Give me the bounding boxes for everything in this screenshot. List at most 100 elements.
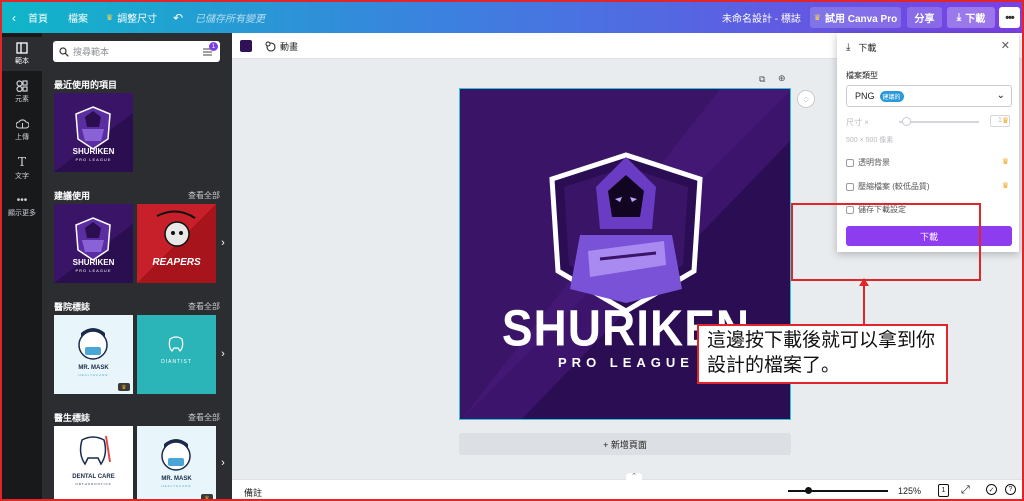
template-thumb-dental-care[interactable]: DENTAL CARE ORTHODONTICS (54, 426, 133, 499)
rail-item-elements[interactable]: 元素 (2, 75, 42, 109)
template-thumb-mr-mask-2[interactable]: MR. MASK HEALTHCARE ♛ (137, 426, 216, 499)
zoom-slider-knob[interactable] (805, 487, 812, 494)
share-button[interactable]: 分享 (907, 7, 942, 28)
chevron-right-icon: › (221, 237, 225, 249)
help-icon[interactable]: ? (1005, 484, 1016, 495)
search-input[interactable] (73, 46, 193, 57)
thumb-subtitle: PRO LEAGUE (75, 157, 112, 162)
undo-button[interactable]: ↶ (173, 2, 183, 33)
size-slider[interactable] (899, 121, 979, 123)
rail-item-templates[interactable]: 範本 (2, 37, 42, 71)
comment-icon[interactable]: ◌ (797, 90, 815, 108)
add-page-button[interactable]: + 新增頁面 (459, 433, 791, 455)
zoom-level[interactable]: 125% (898, 486, 921, 496)
zoom-slider[interactable] (788, 490, 888, 492)
download-label: 下載 (965, 14, 986, 25)
duplicate-page-icon[interactable]: ⧉ (759, 74, 765, 85)
rail-item-text[interactable]: T 文字 (2, 151, 42, 185)
download-icon: ⤓ (846, 42, 851, 53)
rail-label-uploads: 上傳 (15, 134, 29, 141)
page-count-button[interactable]: 1 (938, 484, 949, 497)
filter-button[interactable]: 1 (202, 42, 218, 63)
tooth-thumb-art (168, 336, 184, 352)
notes-button[interactable]: 備註 (244, 486, 262, 499)
more-options-button[interactable]: ••• (999, 7, 1020, 28)
try-pro-button[interactable]: ♛ 試用 Canva Pro (810, 7, 901, 28)
see-all-doctor[interactable]: 查看全部 (188, 412, 220, 423)
transparent-bg-label: 透明背景 (858, 158, 890, 167)
recent-section-title: 最近使用的項目 (54, 80, 118, 90)
download-panel-header: ⤓ 下載 (846, 41, 876, 54)
pro-crown-icon: ♛ (1001, 157, 1009, 166)
elements-icon (16, 80, 28, 92)
rail-item-more[interactable]: ••• 顯示更多 (2, 189, 42, 223)
crown-icon: ♛ (106, 13, 114, 22)
animate-button[interactable]: 動畫 (265, 33, 298, 59)
annotation-arrow-head (859, 278, 869, 286)
design-title[interactable]: 未命名設計 - 標誌 (722, 2, 801, 33)
carousel-next-doctor[interactable]: › (216, 453, 230, 473)
template-thumb-shuriken-recent[interactable]: SHURIKEN PRO LEAGUE (54, 93, 133, 172)
template-thumb-reapers[interactable]: REAPERS (137, 204, 216, 283)
filter-count-badge: 1 (209, 42, 218, 51)
compress-label: 壓縮檔案 (較低品質) (858, 182, 930, 191)
carousel-next-clinic[interactable]: › (216, 344, 230, 364)
screenshot-root: ‹ 首頁 檔案 ♛ 調整尺寸 ↶ 已儲存所有變更 未命名設計 - 標誌 ♛ 試用… (0, 0, 1024, 501)
chevron-right-icon: › (221, 457, 225, 469)
cloud-upload-icon (15, 119, 29, 129)
see-all-suggested[interactable]: 查看全部 (188, 190, 220, 201)
undo-icon: ↶ (173, 10, 184, 25)
add-page-icon[interactable]: ⊕ (778, 73, 786, 84)
chevron-right-icon: › (221, 348, 225, 360)
chevron-left-icon: ‹ (12, 10, 16, 25)
carousel-next-suggested[interactable]: › (216, 233, 230, 253)
transparent-bg-option[interactable]: 透明背景 (846, 157, 890, 168)
compress-checkbox[interactable] (846, 182, 854, 191)
file-menu[interactable]: 檔案 (68, 2, 88, 33)
clinic-section-title: 醫院標誌 (54, 302, 91, 312)
fullscreen-icon[interactable]: ⤢ (961, 484, 970, 497)
resize-menu[interactable]: ♛ 調整尺寸 (106, 2, 157, 33)
mr-mask-thumb-art (161, 439, 191, 471)
dimensions-text: 500 × 500 像素 (846, 137, 894, 144)
rail-label-more: 顯示更多 (8, 209, 36, 217)
thumb-title: MR. MASK (161, 476, 192, 482)
file-type-value: PNG (855, 91, 875, 101)
thumb-subtitle: ORTHODONTICS (75, 482, 112, 486)
file-type-select[interactable]: PNG 建議的 ⌄ (846, 85, 1012, 107)
animate-label: 動畫 (280, 41, 299, 52)
see-all-clinic[interactable]: 查看全部 (188, 301, 220, 312)
resize-label: 調整尺寸 (117, 14, 158, 25)
close-icon[interactable]: ✕ (1001, 39, 1010, 52)
expand-up-icon[interactable]: ⌃ (626, 473, 642, 480)
status-bar: 備註 125% 1 ⤢ ✓ ? (232, 479, 1022, 499)
size-label: 尺寸 × (846, 118, 869, 127)
page-count: 1 (941, 487, 946, 494)
compress-option[interactable]: 壓縮檔案 (較低品質) (846, 181, 930, 192)
thumb-title: DENTAL CARE (72, 474, 115, 480)
color-swatch[interactable] (240, 40, 252, 52)
transparent-bg-checkbox[interactable] (846, 158, 854, 167)
check-circle-icon[interactable]: ✓ (986, 484, 997, 495)
crown-icon: ♛ (813, 13, 821, 22)
template-thumb-shuriken[interactable]: SHURIKEN PRO LEAGUE (54, 204, 133, 283)
template-thumb-mr-mask[interactable]: MR. MASK HEALTHCARE ♛ (54, 315, 133, 394)
download-icon: ⤓ (956, 12, 962, 23)
thumb-subtitle: PRO LEAGUE (75, 268, 112, 273)
share-label: 分享 (914, 14, 935, 25)
thumb-title: DIANTIST (161, 359, 192, 365)
search-box[interactable]: 1 (53, 41, 220, 62)
file-label: 檔案 (68, 14, 88, 25)
templates-panel: 1 最近使用的項目 SHURIKEN PRO LEAGUE 建議使用 查看全部 … (42, 33, 232, 499)
pro-crown-icon: ♛ (118, 383, 130, 391)
thumb-subtitle: HEALTHCARE (78, 373, 109, 377)
size-slider-knob[interactable] (902, 117, 911, 126)
rail-label-text: 文字 (15, 173, 29, 180)
thumb-title: SHURIKEN (72, 258, 115, 267)
rail-item-uploads[interactable]: 上傳 (2, 113, 42, 147)
pro-crown-icon: ♛ (1001, 116, 1009, 125)
search-icon (59, 46, 69, 57)
home-link[interactable]: ‹ 首頁 (12, 2, 48, 33)
download-button[interactable]: ⤓ 下載 (947, 7, 995, 28)
template-thumb-diantist[interactable]: DIANTIST (137, 315, 216, 394)
